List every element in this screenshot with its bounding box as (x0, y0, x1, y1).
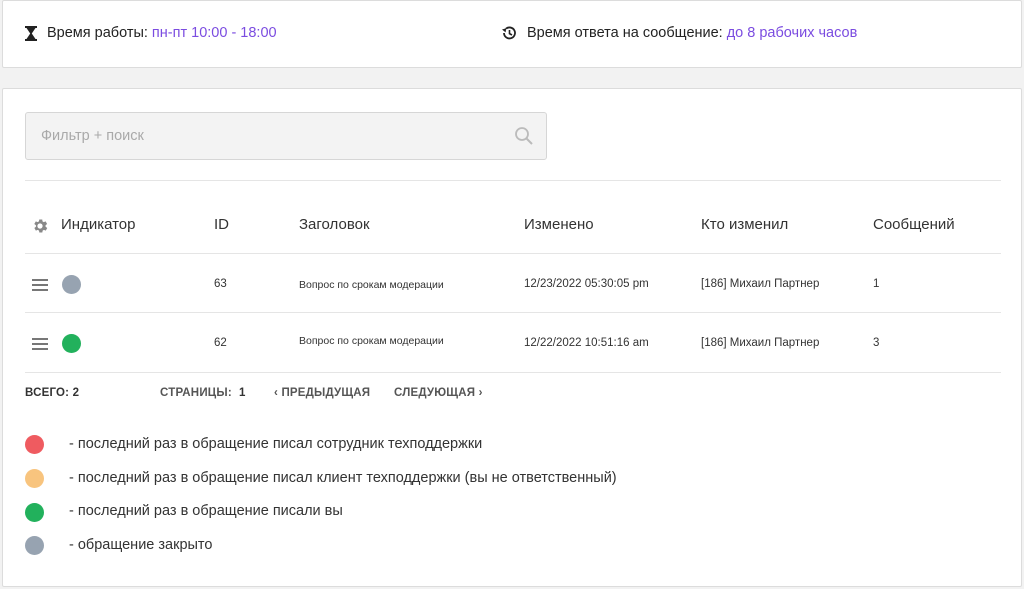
work-hours: Время работы: пн-пт 10:00 - 18:00 (25, 25, 277, 41)
divider (25, 180, 1001, 181)
ticket-id: 62 (214, 337, 227, 349)
hourglass-icon (25, 25, 37, 41)
ticket-modified-by: [186] Михаил Партнер (701, 337, 820, 349)
search-box[interactable] (25, 112, 547, 160)
tickets-card: Индикатор ID Заголовок Изменено Кто изме… (2, 88, 1022, 587)
legend-text-you: - последний раз в обращение писали вы (69, 503, 343, 519)
search-input[interactable] (26, 113, 496, 159)
chevron-left-icon: ‹ (274, 387, 279, 399)
ticket-messages: 3 (873, 337, 880, 349)
total-count: ВСЕГО: 2 (25, 387, 80, 399)
ticket-id: 63 (214, 278, 227, 290)
indicator-you-icon (62, 334, 81, 353)
divider (25, 312, 1001, 313)
ticket-title[interactable]: Вопрос по срокам модерации (299, 279, 444, 291)
legend-text-client: - последний раз в обращение писал клиент… (69, 470, 617, 486)
legend-dot-closed (25, 536, 44, 555)
divider (25, 372, 1001, 373)
column-header-messages[interactable]: Сообщений (873, 216, 955, 233)
legend-text-closed: - обращение закрыто (69, 537, 213, 553)
prev-page-label: ПРЕДЫДУЩАЯ (281, 387, 371, 399)
work-hours-label: Время работы: (47, 25, 148, 41)
chevron-right-icon: › (478, 387, 483, 399)
column-header-title[interactable]: Заголовок (299, 216, 370, 233)
ticket-modified: 12/23/2022 05:30:05 pm (524, 278, 649, 290)
reply-time-value: до 8 рабочих часов (726, 25, 858, 41)
column-header-modified-by[interactable]: Кто изменил (701, 216, 788, 233)
menu-icon[interactable] (32, 338, 48, 350)
work-hours-value: пн-пт 10:00 - 18:00 (151, 25, 277, 41)
gear-icon[interactable] (31, 217, 49, 235)
menu-icon[interactable] (32, 279, 48, 291)
next-page-button[interactable]: СЛЕДУЮЩАЯ › (394, 387, 483, 399)
divider (25, 253, 1001, 254)
prev-page-button[interactable]: ‹ ПРЕДЫДУЩАЯ (274, 387, 370, 399)
legend-dot-client (25, 469, 44, 488)
pages-label: СТРАНИЦЫ: (160, 387, 232, 399)
reply-time-label: Время ответа на сообщение: (527, 25, 723, 41)
column-header-modified[interactable]: Изменено (524, 216, 594, 233)
column-header-id[interactable]: ID (214, 216, 229, 233)
legend-dot-support (25, 435, 44, 454)
current-page[interactable]: 1 (239, 387, 246, 399)
ticket-title[interactable]: Вопрос по срокам модерации (299, 335, 444, 347)
history-icon (502, 26, 516, 40)
ticket-modified: 12/22/2022 10:51:16 am (524, 337, 649, 349)
ticket-modified-by: [186] Михаил Партнер (701, 278, 820, 290)
reply-time: Время ответа на сообщение: до 8 рабочих … (501, 25, 857, 41)
indicator-closed-icon (62, 275, 81, 294)
info-card: Время работы: пн-пт 10:00 - 18:00 Время … (2, 0, 1022, 68)
legend-dot-you (25, 503, 44, 522)
column-header-indicator[interactable]: Индикатор (61, 216, 136, 233)
ticket-messages: 1 (873, 278, 880, 290)
legend-text-support: - последний раз в обращение писал сотруд… (69, 436, 483, 452)
next-page-label: СЛЕДУЮЩАЯ (394, 387, 476, 399)
search-icon[interactable] (514, 126, 534, 146)
